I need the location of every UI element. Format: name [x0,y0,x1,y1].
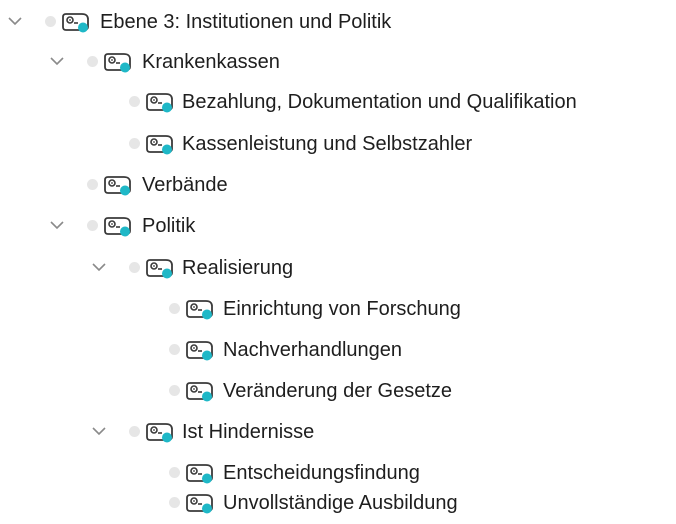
tree-node-politik[interactable]: Politik [0,206,676,247]
tree-node-label[interactable]: Krankenkassen [142,49,280,75]
bullet-dot [169,344,180,355]
tree-node-veraenderung[interactable]: Veränderung der Gesetze [0,371,676,412]
tree-node-verbaende[interactable]: Verbände [0,165,676,206]
tree-node-label[interactable]: Nachverhandlungen [223,337,402,363]
code-icon [145,90,177,114]
tree-node-krankenkassen[interactable]: Krankenkassen [0,42,676,83]
tree-node-label[interactable]: Einrichtung von Forschung [223,296,461,322]
tree-node-label[interactable]: Ebene 3: Institutionen und Politik [100,9,391,35]
tree-node-label[interactable]: Veränderung der Gesetze [223,378,452,404]
bullet-dot [129,426,140,437]
bullet-dot [45,16,56,27]
code-icon [185,297,217,321]
tree-node-label[interactable]: Realisierung [182,255,293,281]
tree-node-bezahlung[interactable]: Bezahlung, Dokumentation und Qualifikati… [0,82,676,123]
tree-node-label[interactable]: Ist Hindernisse [182,419,314,445]
tree-node-ebene-3[interactable]: Ebene 3: Institutionen und Politik [0,2,676,43]
tree-node-label[interactable]: Verbände [142,172,228,198]
code-icon [185,338,217,362]
code-tree: Ebene 3: Institutionen und Politik Krank… [0,0,676,524]
bullet-dot [129,138,140,149]
code-icon [185,491,217,515]
bullet-dot [87,220,98,231]
code-icon [103,173,135,197]
tree-node-einrichtung[interactable]: Einrichtung von Forschung [0,289,676,330]
chevron-down-icon[interactable] [90,422,108,440]
tree-node-label[interactable]: Politik [142,213,195,239]
code-icon [145,420,177,444]
tree-node-ist-hindernisse[interactable]: Ist Hindernisse [0,412,676,453]
code-icon [185,379,217,403]
chevron-down-icon[interactable] [6,12,24,30]
chevron-down-icon[interactable] [48,52,66,70]
tree-node-label[interactable]: Kassenleistung und Selbstzahler [182,131,472,157]
chevron-down-icon[interactable] [90,258,108,276]
tree-node-realisierung[interactable]: Realisierung [0,248,676,289]
code-icon [103,50,135,74]
tree-node-label[interactable]: Bezahlung, Dokumentation und Qualifikati… [182,89,577,115]
tree-node-nachverhandlungen[interactable]: Nachverhandlungen [0,330,676,371]
code-icon [103,214,135,238]
code-icon [61,10,93,34]
tree-node-kassenleistung[interactable]: Kassenleistung und Selbstzahler [0,124,676,165]
code-icon [145,256,177,280]
bullet-dot [169,303,180,314]
code-icon [185,461,217,485]
bullet-dot [169,467,180,478]
tree-node-unvollstaendige[interactable]: Unvollständige Ausbildung [0,483,676,524]
bullet-dot [87,179,98,190]
bullet-dot [129,262,140,273]
bullet-dot [87,56,98,67]
code-icon [145,132,177,156]
chevron-down-icon[interactable] [48,216,66,234]
tree-node-label[interactable]: Unvollständige Ausbildung [223,490,458,516]
bullet-dot [169,497,180,508]
bullet-dot [129,96,140,107]
bullet-dot [169,385,180,396]
